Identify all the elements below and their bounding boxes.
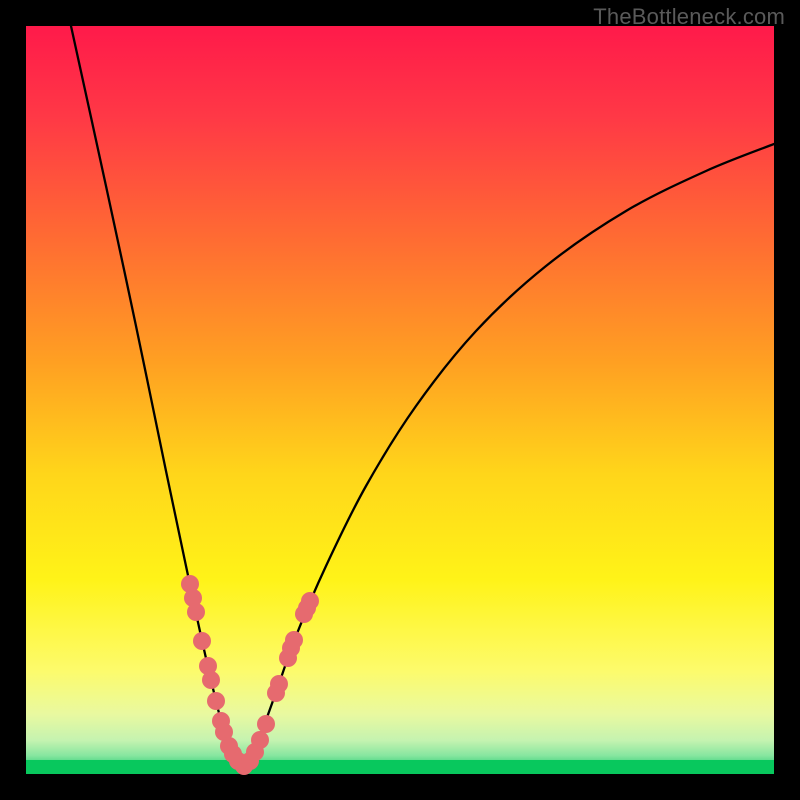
watermark-text: TheBottleneck.com <box>593 4 785 30</box>
data-marker <box>251 731 269 749</box>
data-marker <box>202 671 220 689</box>
data-marker <box>193 632 211 650</box>
data-marker <box>257 715 275 733</box>
data-marker <box>207 692 225 710</box>
data-marker <box>301 592 319 610</box>
data-marker <box>270 675 288 693</box>
data-marker <box>285 631 303 649</box>
data-marker <box>187 603 205 621</box>
marker-layer <box>26 26 774 774</box>
chart-frame <box>26 26 774 774</box>
